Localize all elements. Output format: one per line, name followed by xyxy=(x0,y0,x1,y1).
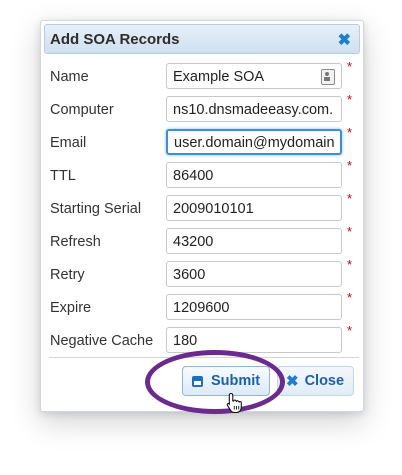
footer-divider xyxy=(49,357,359,358)
add-soa-records-dialog: Add SOA Records ✖ Name Example SOA * Com… xyxy=(40,20,364,412)
save-icon xyxy=(192,375,203,387)
email-label: Email xyxy=(50,135,87,151)
ttl-input[interactable]: 86400 xyxy=(166,162,342,188)
form-row-refresh: Refresh 43200 * xyxy=(41,224,361,256)
form-row-ttl: TTL 86400 * xyxy=(41,158,361,190)
hand-cursor-icon xyxy=(226,392,242,414)
dialog-title: Add SOA Records xyxy=(50,31,180,48)
retry-label: Retry xyxy=(50,267,85,283)
dialog-close-icon[interactable]: ✖ xyxy=(338,30,351,50)
close-icon: ✖ xyxy=(286,373,299,390)
form-row-starting-serial: Starting Serial 2009010101 * xyxy=(41,191,361,223)
required-marker: * xyxy=(347,92,353,107)
required-marker: * xyxy=(347,191,353,206)
required-marker: * xyxy=(347,59,353,74)
dialog-titlebar: Add SOA Records ✖ xyxy=(44,24,360,54)
negative-cache-label: Negative Cache xyxy=(50,333,154,349)
close-button[interactable]: ✖ Close xyxy=(277,366,354,396)
contact-card-icon[interactable] xyxy=(321,69,335,85)
name-value: Example SOA xyxy=(173,69,265,85)
name-input[interactable]: Example SOA xyxy=(166,63,342,89)
form-row-name: Name Example SOA * xyxy=(41,59,361,91)
email-input[interactable]: user.domain@mydomain xyxy=(166,129,342,155)
form-row-email: Email user.domain@mydomain * xyxy=(41,125,361,157)
required-marker: * xyxy=(347,158,353,173)
submit-button-label: Submit xyxy=(211,373,261,389)
form-row-retry: Retry 3600 * xyxy=(41,257,361,289)
starting-serial-label: Starting Serial xyxy=(50,201,142,217)
form-row-computer: Computer ns10.dnsmadeeasy.com. * xyxy=(41,92,361,124)
close-button-label: Close xyxy=(304,373,345,389)
expire-label: Expire xyxy=(50,300,92,316)
form-row-expire: Expire 1209600 * xyxy=(41,290,361,322)
refresh-input[interactable]: 43200 xyxy=(166,228,342,254)
computer-input[interactable]: ns10.dnsmadeeasy.com. xyxy=(166,96,342,122)
required-marker: * xyxy=(347,224,353,239)
name-label: Name xyxy=(50,69,89,85)
required-marker: * xyxy=(347,290,353,305)
required-marker: * xyxy=(347,257,353,272)
refresh-label: Refresh xyxy=(50,234,101,250)
ttl-label: TTL xyxy=(50,168,76,184)
required-marker: * xyxy=(347,125,353,140)
retry-input[interactable]: 3600 xyxy=(166,261,342,287)
starting-serial-input[interactable]: 2009010101 xyxy=(166,195,342,221)
negative-cache-input[interactable]: 180 xyxy=(166,327,342,353)
expire-input[interactable]: 1209600 xyxy=(166,294,342,320)
computer-label: Computer xyxy=(50,102,114,118)
required-marker: * xyxy=(347,323,353,338)
form-row-negative-cache: Negative Cache 180 * xyxy=(41,323,361,355)
